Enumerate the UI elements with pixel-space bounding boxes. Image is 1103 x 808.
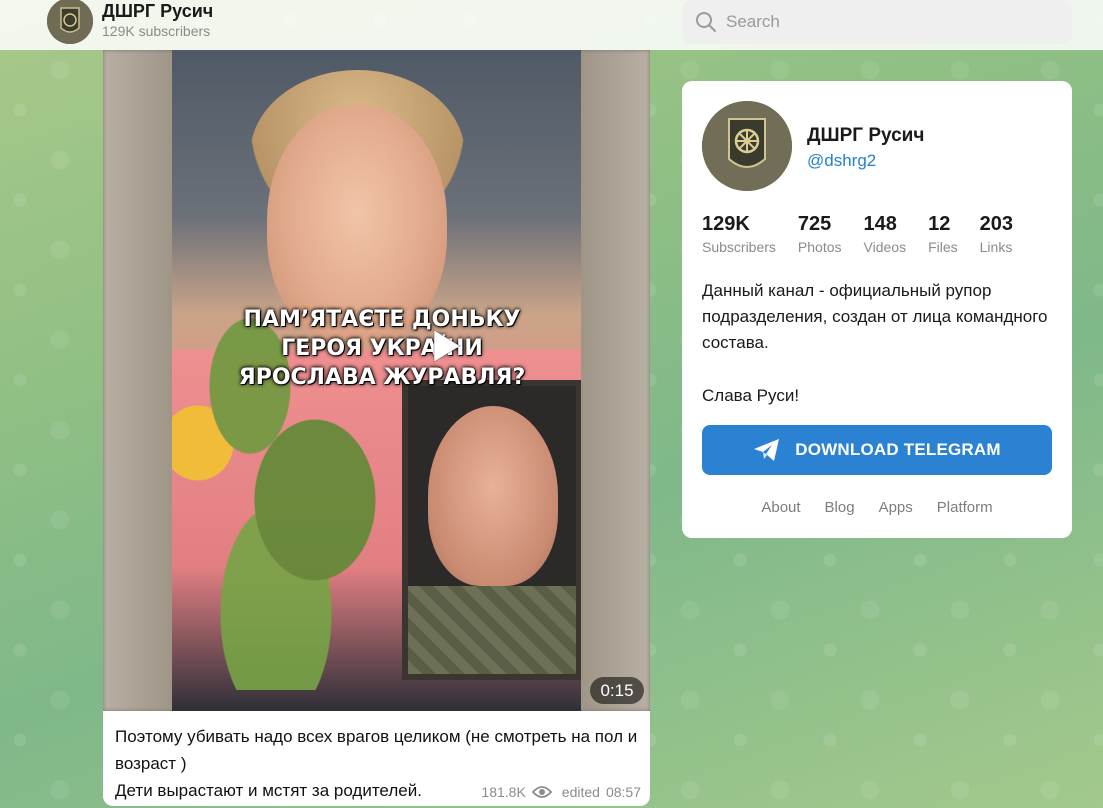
link-platform[interactable]: Platform	[937, 499, 993, 516]
telegram-plane-icon	[754, 439, 780, 461]
post-time: 08:57	[605, 784, 641, 800]
search-box[interactable]	[682, 0, 1072, 44]
stat-subscribers[interactable]: 129K Subscribers	[702, 212, 776, 258]
channel-subscribers: 129K subscribers	[102, 23, 211, 39]
eye-icon	[531, 786, 552, 798]
view-count: 181.8K	[481, 784, 526, 800]
description-paragraph: Слава Руси!	[702, 386, 800, 405]
post-meta: 181.8K edited 08:57	[481, 784, 641, 800]
channel-title[interactable]: ДШРГ Русич	[102, 1, 213, 22]
stat-value: 12	[928, 213, 951, 235]
post-video[interactable]: ПАМ’ЯТАЄТЕ ДОНЬКУ ГЕРОЯ УКРАЇНИ ЯРОСЛАВА…	[103, 50, 650, 711]
channel-card-handle[interactable]: @dshrg2	[807, 151, 876, 171]
video-duration: 0:15	[590, 677, 644, 704]
video-frame[interactable]: ПАМ’ЯТАЄТЕ ДОНЬКУ ГЕРОЯ УКРАЇНИ ЯРОСЛАВА…	[172, 50, 581, 711]
post-text-line: Поэтому убивать надо всех врагов целиком…	[115, 727, 638, 773]
link-blog[interactable]: Blog	[825, 499, 855, 516]
stat-links[interactable]: 203 Links	[980, 212, 1013, 258]
stat-label: Photos	[797, 239, 842, 255]
channel-post: ПАМ’ЯТАЄТЕ ДОНЬКУ ГЕРОЯ УКРАЇНИ ЯРОСЛАВА…	[103, 50, 650, 806]
stat-label: Videos	[863, 239, 907, 255]
stat-value: 148	[863, 213, 897, 235]
edited-label: edited	[561, 784, 600, 800]
footer-links: About Blog Apps Platform	[682, 499, 1072, 516]
stat-value: 129K	[702, 213, 750, 235]
description-paragraph: Данный канал - официальный рупор подразд…	[702, 281, 1048, 352]
download-button-label: DOWNLOAD TELEGRAM	[795, 440, 1001, 459]
channel-avatar[interactable]	[47, 0, 93, 44]
search-input[interactable]	[726, 8, 1056, 36]
stat-label: Files	[928, 239, 958, 255]
stat-value: 725	[797, 213, 832, 235]
stat-videos[interactable]: 148 Videos	[864, 212, 907, 258]
channel-card-name: ДШРГ Русич	[807, 125, 925, 146]
channel-stats: 129K Subscribers 725 Photos 148 Videos 1…	[702, 212, 1035, 258]
stat-value: 203	[979, 213, 1014, 235]
channel-header: ДШРГ Русич 129K subscribers	[0, 0, 1103, 50]
play-icon[interactable]	[432, 328, 462, 364]
stat-label: Subscribers	[702, 239, 776, 255]
stat-files[interactable]: 12 Files	[928, 212, 958, 258]
channel-info-card: ДШРГ Русич @dshrg2 129K Subscribers 725 …	[682, 81, 1072, 538]
link-about[interactable]: About	[761, 499, 800, 516]
caption-line: ГЕРОЯ УКРАЇНИ	[281, 336, 483, 361]
download-telegram-button[interactable]: DOWNLOAD TELEGRAM	[702, 425, 1052, 475]
caption-line: ЯРОСЛАВА ЖУРАВЛЯ?	[238, 365, 526, 390]
channel-description: Данный канал - официальный рупор подразд…	[702, 278, 1052, 409]
search-icon	[696, 12, 716, 32]
video-overlay-caption: ПАМ’ЯТАЄТЕ ДОНЬКУ ГЕРОЯ УКРАЇНИ ЯРОСЛАВА…	[222, 305, 542, 392]
video-scene-portrait-uniform	[408, 586, 576, 674]
video-scene-portrait-face	[428, 406, 558, 586]
stat-photos[interactable]: 725 Photos	[798, 212, 842, 258]
channel-card-avatar	[702, 101, 792, 191]
stat-label: Links	[979, 239, 1013, 255]
link-apps[interactable]: Apps	[879, 499, 913, 516]
caption-line: ПАМ’ЯТАЄТЕ ДОНЬКУ	[243, 307, 521, 332]
